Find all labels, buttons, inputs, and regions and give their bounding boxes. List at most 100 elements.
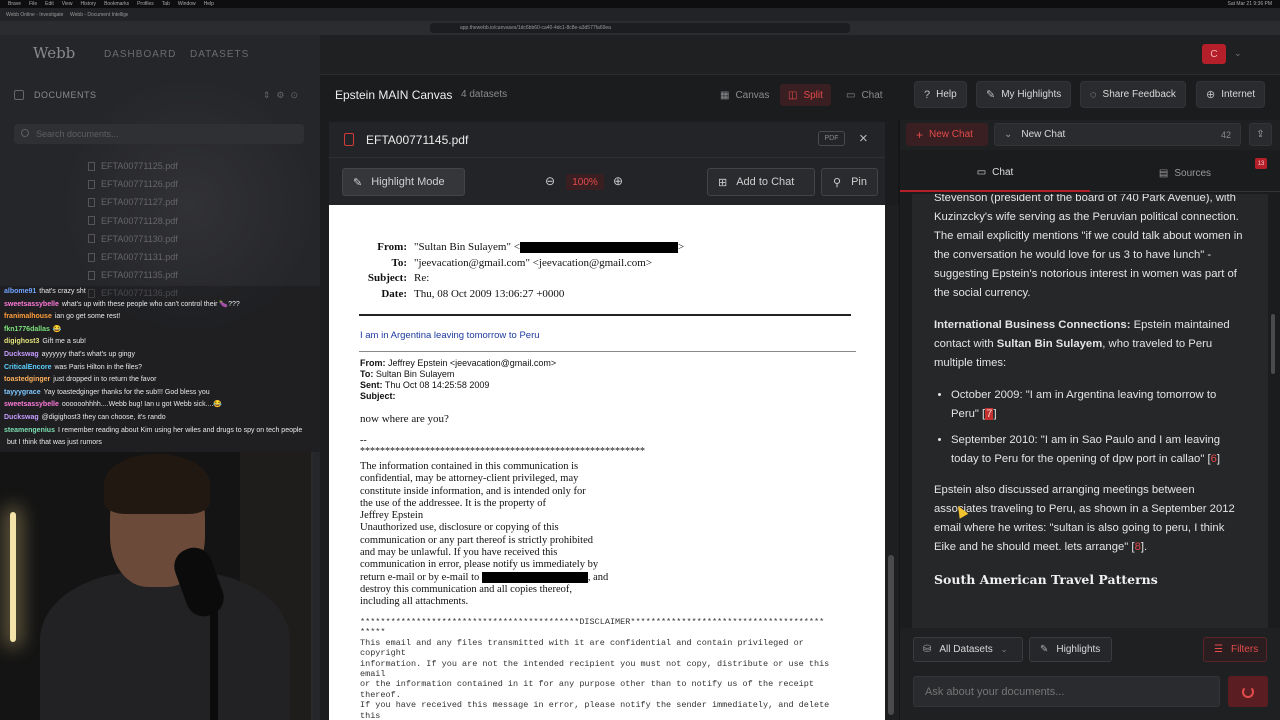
send-button[interactable] bbox=[1228, 676, 1268, 707]
os-menu-item[interactable]: Window bbox=[178, 1, 196, 7]
os-menu-item[interactable]: Help bbox=[204, 1, 214, 7]
document-list-item[interactable]: EFTA00771126.pdf bbox=[88, 175, 308, 193]
my-highlights-button[interactable]: ✎ My Highlights bbox=[976, 81, 1072, 108]
pin-button[interactable]: ⚲ Pin bbox=[821, 168, 878, 196]
citation-link[interactable]: 7 bbox=[985, 408, 994, 420]
pdf-file-icon bbox=[344, 133, 354, 146]
app-header bbox=[320, 35, 1280, 75]
stream-chat-message: Duckswag @digighost3 they can choose, it'… bbox=[4, 413, 166, 421]
browser-tab[interactable]: Webb Online - Investigate Do bbox=[0, 12, 64, 18]
all-datasets-dropdown[interactable]: ⛁ All Datasets ⌄ bbox=[913, 637, 1023, 662]
nav-datasets[interactable]: DATASETS bbox=[190, 49, 249, 60]
plus-icon: + bbox=[916, 127, 924, 142]
zoom-out-icon[interactable]: ⊖ bbox=[545, 174, 555, 188]
help-button[interactable]: ? Help bbox=[914, 81, 967, 108]
citation-link[interactable]: 6 bbox=[1211, 453, 1217, 465]
document-list-item[interactable]: EFTA00771127.pdf bbox=[88, 193, 308, 211]
filters-button[interactable]: ☰ Filters bbox=[1203, 637, 1267, 662]
close-icon[interactable]: × bbox=[859, 130, 868, 147]
share-icon[interactable]: ⇪ bbox=[1249, 123, 1272, 146]
database-icon: ⛁ bbox=[923, 644, 932, 655]
os-menu-item[interactable]: Profiles bbox=[137, 1, 154, 7]
bullet-list: October 2009: "I am in Argentina leaving… bbox=[951, 386, 1246, 469]
stream-chat-message: steamengenius I remember reading about Ki… bbox=[4, 426, 303, 434]
os-menu-item[interactable]: File bbox=[29, 1, 37, 7]
add-to-chat-button[interactable]: ⊞ Add to Chat bbox=[707, 168, 815, 196]
email-header-row: From: "Sultan Bin Sulayem" < > bbox=[377, 241, 685, 253]
webcam-feed bbox=[0, 452, 313, 720]
documents-tools-icon[interactable]: ⇕⚙⊙ bbox=[263, 90, 304, 101]
document-list-item[interactable]: EFTA00771131.pdf bbox=[88, 248, 308, 266]
document-list: EFTA00771125.pdf EFTA00771126.pdf EFTA0077… bbox=[88, 157, 308, 303]
pdf-disclaimer: ****************************************… bbox=[360, 617, 830, 720]
pdf-page: From: "Sultan Bin Sulayem" < > To: "jeevacat… bbox=[329, 205, 885, 720]
stream-chat-message: Duckswag ayyyyyy that's what's up gingy bbox=[4, 350, 135, 358]
stream-chat-message: sweetsassybelle what's up with these peop… bbox=[4, 300, 240, 308]
chevron-down-icon[interactable]: ⌄ bbox=[1234, 48, 1242, 59]
stream-chat-message: franimalhouse ian go get some rest! bbox=[4, 313, 121, 321]
citation-link[interactable]: 8 bbox=[1135, 541, 1141, 553]
paragraph: International Business Connections: Epst… bbox=[934, 319, 1230, 369]
share-feedback-button[interactable]: ◌ Share Feedback bbox=[1080, 81, 1186, 108]
os-menu-item[interactable]: History bbox=[81, 1, 97, 7]
paragraph: Epstein also discussed arranging meeting… bbox=[934, 484, 1235, 553]
view-canvas[interactable]: ▦ Canvas bbox=[712, 84, 777, 106]
list-item: October 2009: "I am in Argentina leaving… bbox=[951, 386, 1246, 424]
document-list-item[interactable]: EFTA00771130.pdf bbox=[88, 230, 308, 248]
chat-scrollbar[interactable] bbox=[1270, 194, 1276, 628]
email-header-row: To: "jeevacation@gmail.com" <jeevacation@… bbox=[391, 256, 653, 269]
stream-chat-overlay: albome91 that's crazy sht sweetsassybelle w… bbox=[0, 286, 320, 452]
new-chat-button[interactable]: + New Chat bbox=[906, 123, 988, 146]
file-icon bbox=[88, 270, 95, 280]
chat-input[interactable] bbox=[913, 676, 1220, 707]
tab-chat[interactable]: ▭ Chat bbox=[900, 154, 1090, 192]
stream-chat-message: fkn1776dallas 😂 bbox=[4, 325, 62, 333]
paragraph: Stevenson (president of the board of 740… bbox=[934, 194, 1243, 299]
chat-count: 42 bbox=[1220, 129, 1231, 140]
sources-count-badge: 13 bbox=[1255, 158, 1267, 169]
nav-dashboard[interactable]: DASHBOARD bbox=[104, 49, 176, 60]
view-chat[interactable]: ▭ Chat bbox=[838, 84, 891, 106]
stream-chat-message: tayyygrace Yay toastedginger thanks for t… bbox=[4, 388, 210, 396]
pdf-scrollbar[interactable] bbox=[885, 205, 899, 720]
browser-tab[interactable]: Webb - Document Intelligence bbox=[64, 12, 128, 18]
avatar[interactable]: C bbox=[1202, 44, 1226, 64]
document-search-input[interactable]: Search documents... bbox=[14, 124, 304, 144]
chat-selector[interactable]: ⌄ New Chat 42 bbox=[994, 123, 1241, 146]
forwarded-headers: From: Jeffrey Epstein <jeevacation@gmail… bbox=[360, 358, 557, 401]
highlighter-icon: ✎ bbox=[1040, 644, 1049, 655]
os-menu-item[interactable]: View bbox=[62, 1, 73, 7]
chevron-down-icon: ⌄ bbox=[1004, 129, 1013, 140]
internet-button[interactable]: ⊕ Internet bbox=[1196, 81, 1266, 108]
stream-chat-message: digighost3 Gift me a sub! bbox=[4, 338, 86, 346]
brand-logo[interactable]: Webb bbox=[33, 44, 75, 62]
document-list-item[interactable]: EFTA00771125.pdf bbox=[88, 157, 308, 175]
os-menu-item[interactable]: Edit bbox=[45, 1, 54, 7]
document-list-item[interactable]: EFTA00771135.pdf bbox=[88, 266, 308, 284]
file-icon bbox=[88, 197, 95, 207]
chat-icon: ▭ bbox=[846, 89, 856, 101]
browser-url-bar: app.thewebb.io/canvases/1dc6bb60-ca40-4d… bbox=[0, 21, 1280, 35]
globe-icon: ⊕ bbox=[1206, 89, 1216, 101]
pdf-message-line: I am in Argentina leaving tomorrow to Pe… bbox=[360, 330, 540, 341]
tab-sources[interactable]: ▤ Sources bbox=[1090, 154, 1280, 192]
dataset-count: 4 datasets bbox=[461, 89, 508, 100]
loading-spinner-icon bbox=[1242, 685, 1254, 698]
stream-chat-message: sweetsassybelle oooooohhhh....Webb bug! I… bbox=[4, 401, 223, 409]
url-field[interactable]: app.thewebb.io/canvases/1dc6bb60-ca40-4d… bbox=[430, 23, 850, 33]
zoom-in-icon[interactable]: ⊕ bbox=[613, 174, 623, 188]
book-icon: ▤ bbox=[1158, 167, 1169, 179]
os-menu-item[interactable]: Bookmarks bbox=[104, 1, 129, 7]
os-menu-item[interactable]: Brave bbox=[8, 1, 21, 7]
highlighter-icon: ✎ bbox=[986, 89, 996, 101]
email-headers: From: "Sultan Bin Sulayem" < > To: "jeevacat… bbox=[329, 240, 885, 302]
pdf-filename: EFTA00771145.pdf bbox=[366, 133, 469, 147]
os-menu-bar: Brave File Edit View History Bookmarks Profile… bbox=[0, 0, 1280, 8]
document-list-item[interactable]: EFTA00771128.pdf bbox=[88, 212, 308, 230]
highlight-mode-button[interactable]: ✎ Highlight Mode bbox=[342, 168, 465, 196]
view-split[interactable]: ◫ Split bbox=[780, 84, 831, 106]
pin-icon: ⚲ bbox=[833, 176, 842, 189]
help-icon: ? bbox=[924, 88, 931, 101]
os-menu-item[interactable]: Tab bbox=[162, 1, 170, 7]
highlights-button[interactable]: ✎ Highlights bbox=[1029, 637, 1112, 662]
